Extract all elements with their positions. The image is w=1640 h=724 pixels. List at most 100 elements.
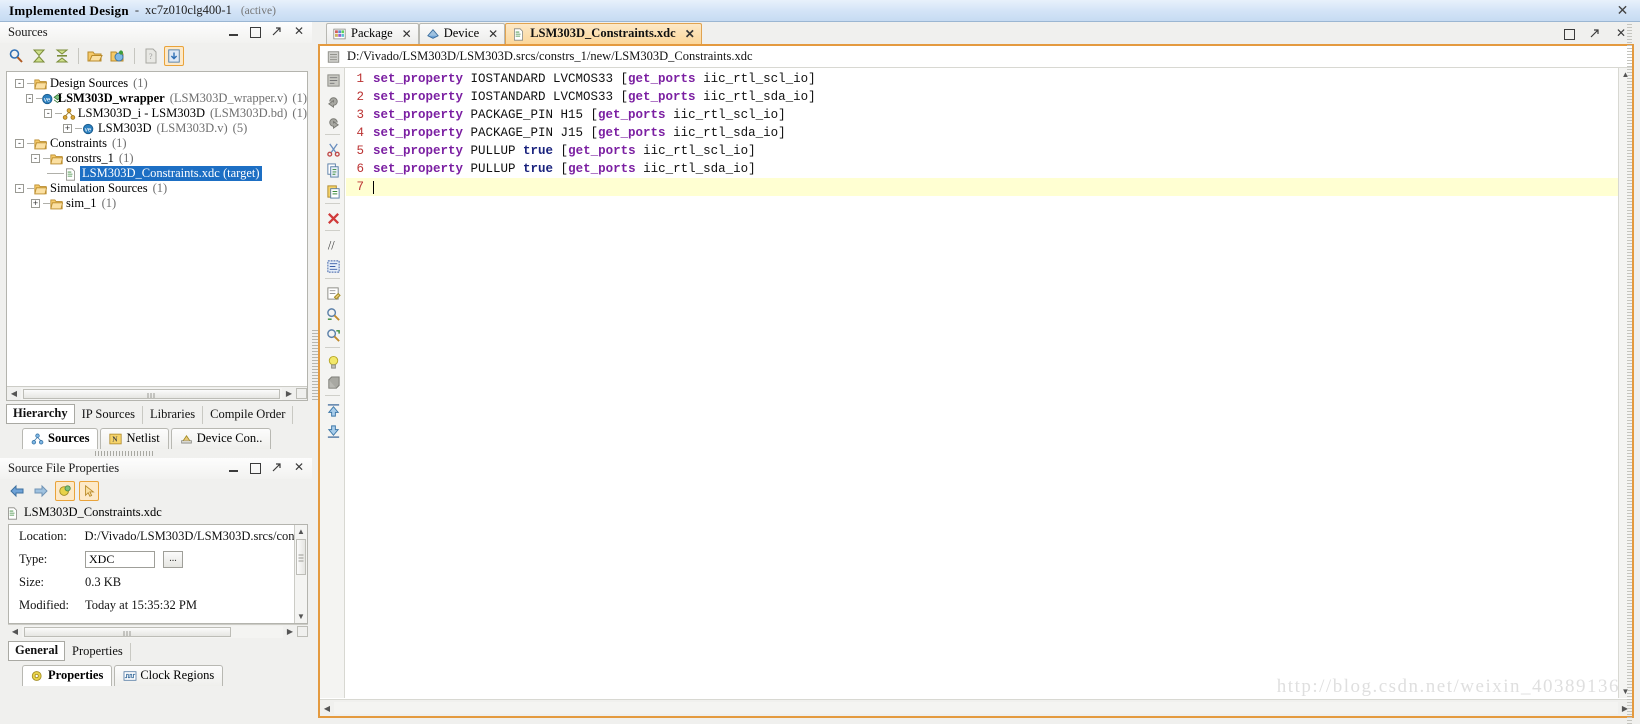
tree-item[interactable]: - Simulation Sources (1) [11, 181, 307, 196]
tab-hierarchy[interactable]: Hierarchy [6, 404, 75, 424]
minimize-icon[interactable] [226, 24, 240, 38]
tree-horizontal-scrollbar[interactable]: ◀ ▶ [7, 386, 307, 400]
sources-window-tabs[interactable]: Sources N Netlist Device Con.. [22, 427, 312, 449]
code-line[interactable]: 6 set_property PULLUP true [get_ports iic… [346, 160, 1618, 178]
expand-toggle-icon[interactable]: + [63, 124, 72, 133]
window-tab-device-con[interactable]: Device Con.. [170, 428, 272, 449]
scroll-thumb[interactable] [24, 626, 231, 637]
find-replace-icon[interactable] [323, 304, 341, 322]
scroll-thumb[interactable] [23, 388, 280, 399]
maximize-icon[interactable] [248, 460, 262, 474]
tree-item[interactable]: - ve LSM303D_wrapper (LSM303D_wrapper.v) (1) [11, 91, 307, 106]
tab-properties[interactable]: Properties [65, 643, 131, 661]
redo-icon[interactable] [323, 112, 341, 130]
code-line[interactable]: 5 set_property PULLUP true [get_ports iic… [346, 142, 1618, 160]
scroll-down-icon[interactable]: ▼ [295, 610, 307, 623]
scroll-track[interactable] [21, 387, 282, 400]
browse-button[interactable]: ... [163, 551, 183, 568]
tree-item[interactable]: - constrs_1 (1) [11, 151, 307, 166]
collapse-toggle-icon[interactable]: - [44, 109, 53, 118]
select-icon[interactable] [79, 481, 99, 501]
collapse-toggle-icon[interactable]: - [31, 154, 40, 163]
close-icon[interactable]: ✕ [292, 460, 306, 474]
editor-tab-bar[interactable]: Package ✕ Device ✕ LSM303D_Constraints.xdc ✕ [318, 22, 1640, 44]
open-file-icon[interactable] [85, 46, 105, 66]
scroll-track[interactable] [22, 625, 283, 638]
sources-view-tabs[interactable]: Hierarchy IP Sources Libraries Compile Orde… [6, 404, 312, 424]
restore-icon[interactable] [1562, 26, 1576, 40]
properties-horizontal-scrollbar[interactable]: ◀ ▶ [8, 624, 308, 638]
banner-close-icon[interactable]: ✕ [1615, 3, 1630, 18]
float-icon[interactable] [270, 24, 284, 38]
window-tab-properties[interactable]: Properties [22, 665, 113, 686]
scroll-corner-icon[interactable] [297, 626, 308, 637]
tab-libraries[interactable]: Libraries [143, 406, 204, 424]
properties-window-tabs[interactable]: Properties Clock Regions [22, 664, 312, 686]
find-next-icon[interactable] [323, 325, 341, 343]
float-icon[interactable] [270, 460, 284, 474]
editor-tab-package[interactable]: Package ✕ [326, 23, 419, 44]
scroll-up-icon[interactable]: ▲ [295, 525, 307, 538]
collapse-toggle-icon[interactable]: - [15, 184, 24, 193]
editor-horizontal-scrollbar[interactable]: ◀ ▶ [320, 699, 1632, 716]
properties-vertical-scrollbar[interactable]: ▲ ▼ [294, 525, 307, 623]
scroll-corner-icon[interactable] [296, 388, 307, 399]
tree-item[interactable]: + ve LSM303D (LSM303D.v) (5) [11, 121, 307, 136]
editor-tab-lsm303d-constraints-xdc[interactable]: LSM303D_Constraints.xdc ✕ [505, 23, 702, 44]
file-properties-icon[interactable]: ? [141, 46, 161, 66]
editor-tab-device[interactable]: Device ✕ [418, 23, 506, 44]
tree-item[interactable]: - LSM303D_i - LSM303D (LSM303D.bd) (1) [11, 106, 307, 121]
right-splitter[interactable] [1627, 22, 1632, 724]
panel-drag-grip[interactable] [95, 451, 153, 456]
minimize-icon[interactable] [226, 460, 240, 474]
close-icon[interactable]: ✕ [1614, 26, 1628, 40]
cut-icon[interactable] [323, 139, 341, 157]
window-tab-netlist[interactable]: N Netlist [100, 428, 169, 449]
tab-compile-order[interactable]: Compile Order [203, 406, 294, 424]
scroll-left-icon[interactable]: ◀ [320, 702, 334, 715]
scroll-left-icon[interactable]: ◀ [8, 625, 22, 638]
tree-item[interactable]: - Design Sources (1) [11, 76, 307, 91]
scroll-right-icon[interactable]: ▶ [283, 625, 297, 638]
code-line[interactable]: 2 set_property IOSTANDARD LVCMOS33 [get_p… [346, 88, 1618, 106]
code-line[interactable]: 3 set_property PACKAGE_PIN H15 [get_ports… [346, 106, 1618, 124]
collapse-all-icon[interactable] [29, 46, 49, 66]
code-editor-content[interactable]: 1 set_property IOSTANDARD LVCMOS33 [get_p… [346, 68, 1618, 698]
tree-item[interactable]: LSM303D_Constraints.xdc (target) [11, 166, 307, 181]
close-tab-icon[interactable]: ✕ [488, 27, 498, 41]
paste-icon[interactable] [323, 181, 341, 199]
code-line[interactable]: 1 set_property IOSTANDARD LVCMOS33 [get_p… [346, 70, 1618, 88]
hint-icon[interactable] [323, 352, 341, 370]
close-tab-icon[interactable]: ✕ [685, 27, 695, 41]
indent-icon[interactable] [323, 256, 341, 274]
scroll-right-icon[interactable]: ▶ [282, 387, 296, 400]
edit-icon[interactable] [323, 283, 341, 301]
scope-to-source-icon[interactable] [164, 46, 184, 66]
maximize-icon[interactable] [248, 24, 262, 38]
editor-side-toolbar[interactable]: // [320, 68, 345, 698]
tab-ip-sources[interactable]: IP Sources [75, 406, 143, 424]
find-icon[interactable] [323, 70, 341, 88]
collapse-toggle-icon[interactable]: - [15, 79, 24, 88]
back-arrow-icon[interactable] [7, 481, 27, 501]
properties-view-tabs[interactable]: General Properties [8, 641, 312, 661]
window-tab-sources[interactable]: Sources [22, 428, 99, 449]
code-line[interactable]: 4 set_property PACKAGE_PIN J15 [get_ports… [346, 124, 1618, 142]
scroll-track[interactable] [334, 702, 1618, 714]
move-down-icon[interactable] [323, 421, 341, 439]
block-icon[interactable] [323, 373, 341, 391]
code-line[interactable]: 7 [346, 178, 1618, 196]
add-sources-icon[interactable] [108, 46, 128, 66]
tree-item[interactable]: - Constraints (1) [11, 136, 307, 151]
float-icon[interactable] [1588, 26, 1602, 40]
sources-tree[interactable]: - Design Sources (1) - ve LSM303D_wrapper (LSM… [7, 72, 307, 211]
collapse-toggle-icon[interactable]: - [15, 139, 24, 148]
forward-arrow-icon[interactable] [31, 481, 51, 501]
tab-general[interactable]: General [8, 641, 66, 661]
properties-icon[interactable] [55, 481, 75, 501]
undo-icon[interactable] [323, 91, 341, 109]
scroll-left-icon[interactable]: ◀ [7, 387, 21, 400]
delete-icon[interactable] [323, 208, 341, 226]
expand-toggle-icon[interactable]: + [31, 199, 40, 208]
search-icon[interactable] [6, 46, 26, 66]
